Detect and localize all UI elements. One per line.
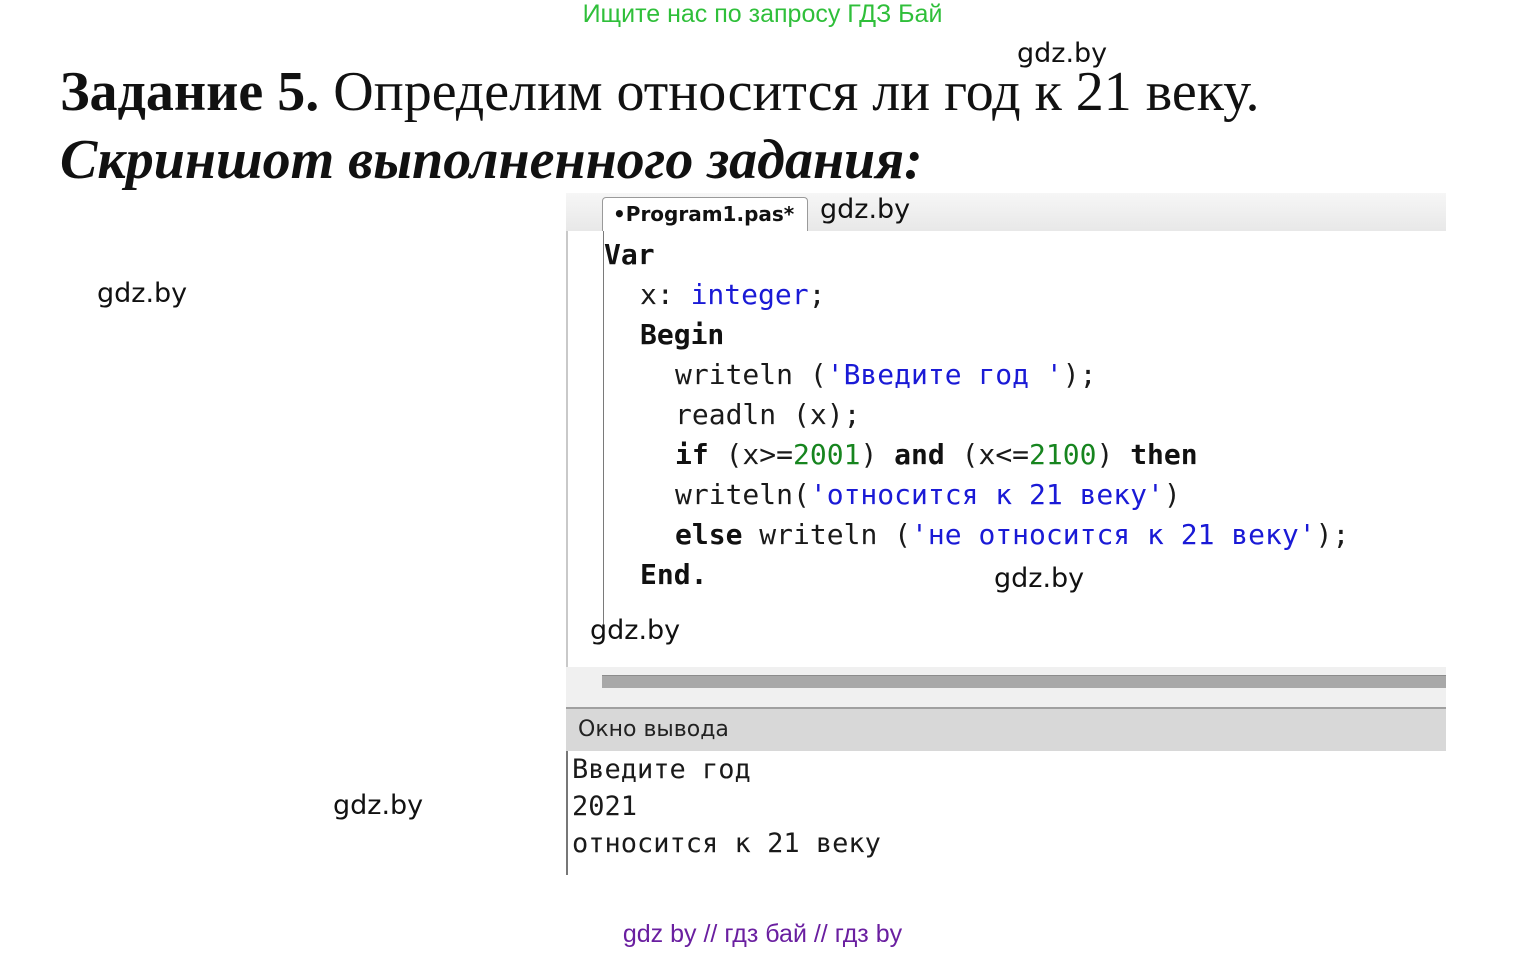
task-label: Задание 5. bbox=[60, 61, 320, 123]
code-line: Var bbox=[604, 238, 655, 271]
watermark: gdz.by bbox=[820, 194, 911, 225]
code-line: readln (x); bbox=[675, 398, 861, 431]
horizontal-scrollbar[interactable] bbox=[602, 675, 1446, 688]
watermark: gdz.by bbox=[97, 278, 188, 309]
output-window-header: Окно вывода bbox=[566, 707, 1446, 751]
watermark: gdz.by bbox=[333, 790, 424, 821]
code-editor[interactable]: Var x: integer; Begin writeln ('Введите … bbox=[566, 231, 1448, 667]
editor-tab-bar: •Program1.pas* gdz.by bbox=[566, 193, 1446, 232]
code-line: x: integer; bbox=[640, 278, 826, 311]
code-line: Begin bbox=[640, 318, 725, 351]
tab-program1[interactable]: •Program1.pas* bbox=[602, 197, 808, 231]
watermark: gdz.by bbox=[994, 563, 1085, 594]
code-line: writeln('относится к 21 веку') bbox=[675, 478, 1181, 511]
ide-screenshot: •Program1.pas* gdz.by Var x: integer; Be… bbox=[566, 193, 1448, 875]
watermark: gdz.by bbox=[590, 615, 681, 646]
gutter-divider bbox=[603, 231, 604, 629]
task-text: Определим относится ли год к 21 веку. bbox=[333, 61, 1260, 123]
editor-scroll-area bbox=[566, 667, 1446, 707]
code-line: writeln ('Введите год '); bbox=[675, 358, 1097, 391]
code-line: if (x>=2001) and (x<=2100) then bbox=[675, 438, 1198, 471]
output-window: Введите год 2021 относится к 21 веку bbox=[566, 751, 1448, 875]
top-banner: Ищите нас по запросу ГДЗ Бай bbox=[582, 0, 943, 28]
output-line: 2021 bbox=[572, 791, 638, 822]
footer-watermark: gdz by // гдз бай // гдз by bbox=[622, 920, 903, 948]
screenshot-subheading: Скриншот выполненного задания: bbox=[60, 129, 923, 191]
output-line: Введите год bbox=[572, 754, 751, 785]
output-line: относится к 21 веку bbox=[572, 828, 881, 859]
code-line: End. bbox=[640, 558, 708, 591]
task-heading: Задание 5. Определим относится ли год к … bbox=[60, 60, 1260, 124]
code-line: else writeln ('не относится к 21 веку'); bbox=[675, 518, 1350, 551]
